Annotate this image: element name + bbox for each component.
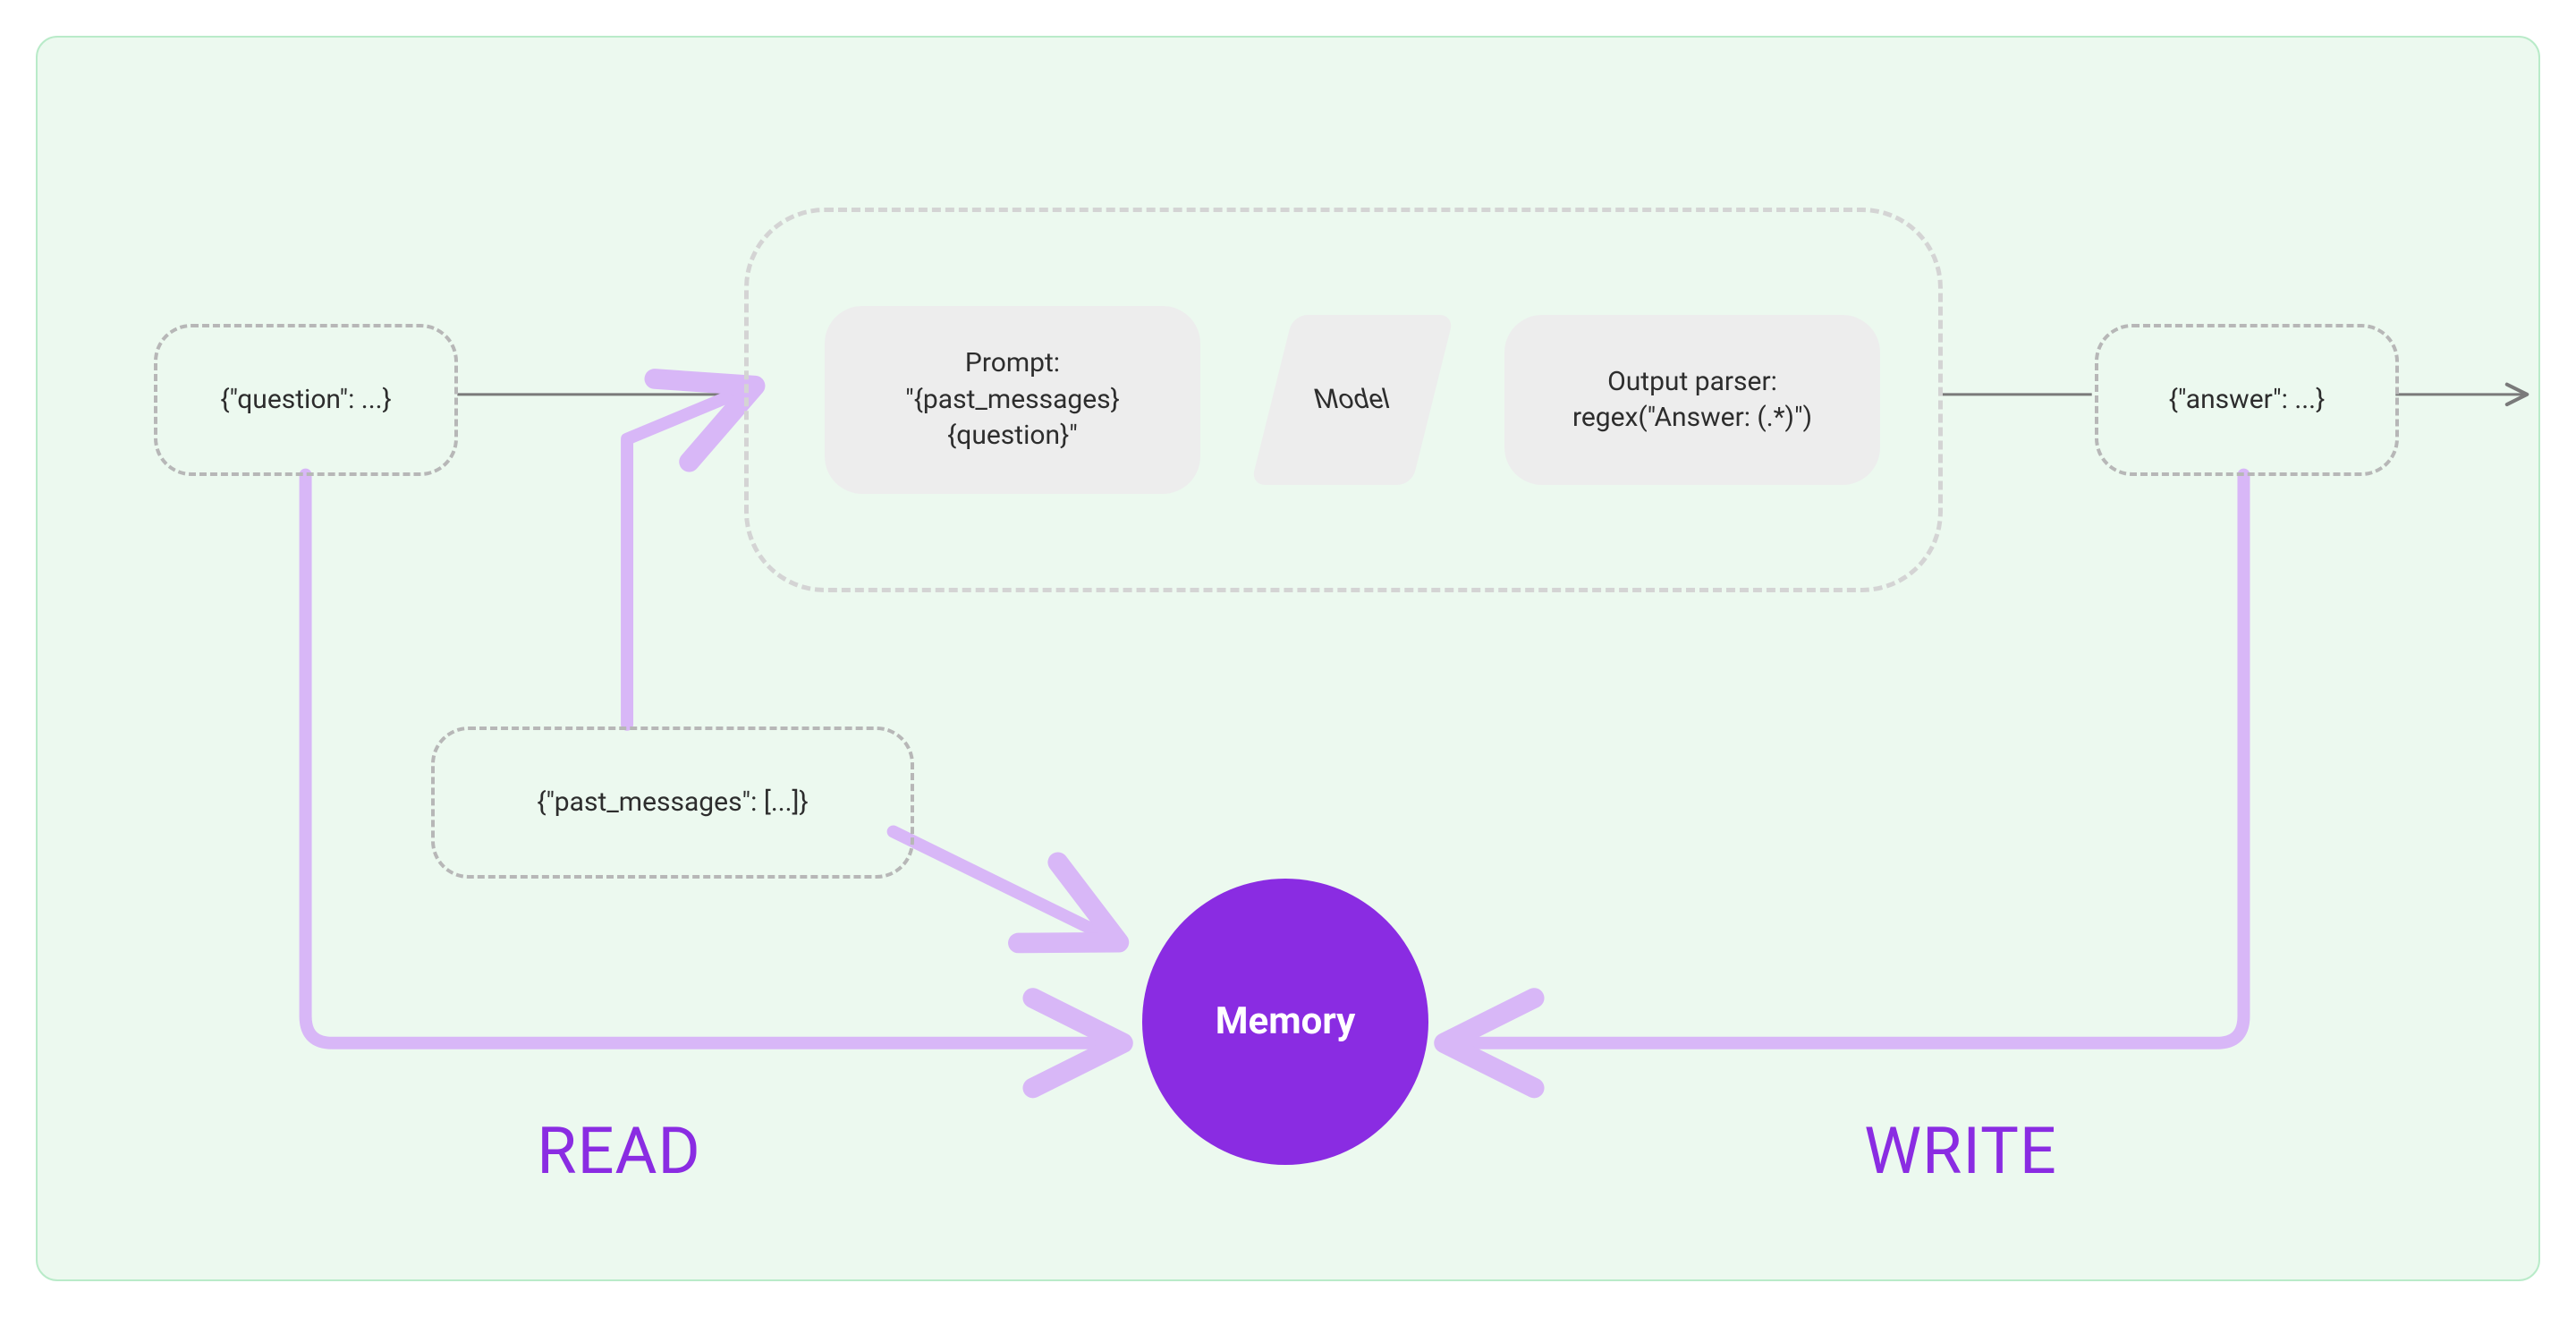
write-label: WRITE — [1826, 1111, 2095, 1192]
past-messages-label: {"past_messages": [...]} — [537, 785, 808, 821]
memory-label: Memory — [1216, 997, 1355, 1048]
prompt-node: Prompt: "{past_messages} {question}" — [825, 306, 1200, 494]
parser-line1: Output parser: — [1607, 364, 1777, 401]
input-question-label: {"question": ...} — [220, 382, 391, 419]
prompt-line3: {question}" — [947, 418, 1078, 455]
read-label: READ — [503, 1111, 735, 1192]
output-parser-node: Output parser: regex("Answer: (.*)") — [1504, 315, 1880, 485]
memory-node: Memory — [1142, 879, 1428, 1165]
prompt-line1: Prompt: — [965, 345, 1060, 382]
diagram-canvas: {"question": ...} Prompt: "{past_message… — [36, 36, 2540, 1281]
output-answer-node: {"answer": ...} — [2095, 324, 2399, 476]
output-answer-label: {"answer": ...} — [2169, 382, 2325, 419]
past-messages-node: {"past_messages": [...]} — [431, 726, 914, 879]
model-node: Model — [1272, 315, 1433, 485]
parser-line2: regex("Answer: (.*)") — [1572, 400, 1812, 437]
model-label: Model — [1310, 382, 1394, 419]
prompt-line2: "{past_messages} — [905, 382, 1120, 419]
input-question-node: {"question": ...} — [154, 324, 458, 476]
